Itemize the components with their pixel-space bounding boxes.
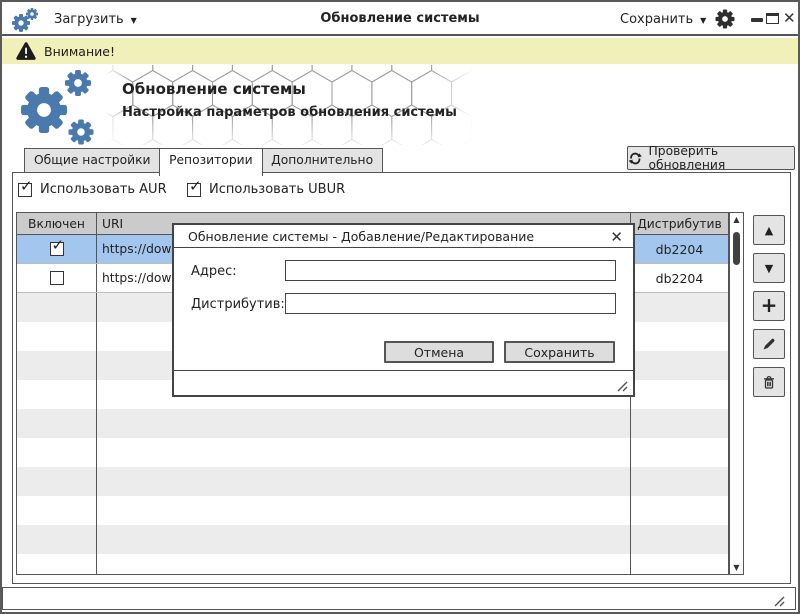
plus-icon: +: [761, 295, 778, 317]
page-title: Обновление системы: [122, 80, 306, 98]
row-distro-cell: db2204: [631, 235, 728, 263]
down-arrow-icon: ▼: [765, 262, 773, 275]
edit-dialog: Обновление системы - Добавление/Редактир…: [172, 223, 635, 397]
warning-triangle-icon: [14, 40, 38, 62]
dialog-footer-separator: [174, 370, 633, 371]
load-menu-button[interactable]: Загрузить ▼: [54, 2, 137, 36]
use-aur-label: Использовать AUR: [40, 182, 167, 197]
pencil-icon: [761, 336, 777, 352]
use-ubur-label: Использовать UBUR: [209, 182, 345, 197]
move-up-button[interactable]: ▲: [753, 215, 785, 245]
scroll-up-icon[interactable]: ▲: [730, 215, 743, 224]
distro-input[interactable]: [285, 293, 616, 314]
check-updates-label: Проверить обновления: [649, 144, 794, 172]
tab-bar: Общие настройки Репозитории Дополнительн…: [24, 148, 383, 176]
app-gears-logo: [14, 66, 116, 148]
check-icon: ✓: [189, 179, 202, 194]
up-arrow-icon: ▲: [765, 224, 773, 237]
row-enabled-checkbox[interactable]: ✓: [50, 242, 64, 256]
status-bar: [2, 587, 796, 610]
row-enabled-checkbox[interactable]: [50, 271, 64, 285]
table-empty-row: [17, 496, 728, 525]
tab-additional[interactable]: Дополнительно: [261, 148, 383, 173]
column-header-distro: Дистрибутив: [631, 213, 728, 234]
table-empty-row: [17, 438, 728, 467]
page-subtitle: Настройка параметров обновления системы: [122, 105, 457, 120]
dialog-title-separator: [174, 247, 633, 248]
warning-bar: Внимание!: [2, 38, 798, 64]
app-window: Загрузить ▼ Обновление системы Сохранить…: [0, 0, 800, 614]
check-icon: ✓: [52, 238, 65, 253]
check-updates-button[interactable]: Проверить обновления: [627, 146, 795, 170]
use-aur-option[interactable]: ✓ Использовать AUR: [18, 182, 167, 197]
app-gears-icon: [10, 5, 40, 35]
settings-gear-button[interactable]: [714, 8, 736, 30]
check-icon: ✓: [20, 179, 33, 194]
add-button[interactable]: +: [753, 291, 785, 321]
use-ubur-checkbox[interactable]: ✓: [187, 183, 201, 197]
caret-down-icon: ▼: [131, 14, 137, 25]
dialog-save-button[interactable]: Сохранить: [504, 341, 615, 363]
address-input[interactable]: [285, 260, 616, 281]
column-header-enabled: Включен: [17, 213, 97, 234]
load-menu-label: Загрузить: [54, 12, 124, 27]
dialog-title: Обновление системы - Добавление/Редактир…: [188, 229, 534, 244]
refresh-icon: [628, 151, 643, 166]
save-menu-button[interactable]: Сохранить ▼: [620, 2, 706, 36]
table-empty-row: [17, 467, 728, 496]
scrollbar-thumb[interactable]: [733, 232, 740, 265]
caret-down-icon: ▼: [700, 14, 706, 25]
table-empty-row: [17, 525, 728, 554]
cancel-button[interactable]: Отмена: [384, 341, 494, 363]
row-distro-cell: db2204: [631, 264, 728, 292]
table-empty-row: [17, 409, 728, 438]
use-ubur-option[interactable]: ✓ Использовать UBUR: [187, 182, 345, 197]
save-menu-label: Сохранить: [620, 12, 693, 27]
delete-button[interactable]: [753, 367, 785, 397]
dialog-close-icon[interactable]: ✕: [610, 228, 623, 246]
warning-text: Внимание!: [44, 44, 115, 59]
maximize-button[interactable]: [766, 13, 779, 24]
table-empty-row: [17, 554, 728, 575]
distro-label: Дистрибутив:: [191, 297, 285, 312]
dialog-resize-grip[interactable]: [614, 378, 628, 392]
scroll-down-icon[interactable]: ▼: [730, 563, 743, 572]
tab-general[interactable]: Общие настройки: [24, 148, 161, 173]
edit-button[interactable]: [753, 329, 785, 359]
address-label: Адрес:: [191, 264, 237, 279]
window-resize-grip[interactable]: [771, 593, 785, 607]
banner: Обновление системы Настройка параметров …: [2, 64, 798, 148]
minimize-button[interactable]: [751, 18, 763, 22]
close-button[interactable]: ✕: [783, 9, 796, 27]
move-down-button[interactable]: ▼: [753, 253, 785, 283]
tab-repositories[interactable]: Репозитории: [159, 148, 263, 176]
titlebar: Загрузить ▼ Обновление системы Сохранить…: [2, 2, 798, 36]
use-aur-checkbox[interactable]: ✓: [18, 183, 32, 197]
table-scrollbar[interactable]: ▲ ▼: [729, 212, 744, 575]
trash-icon: [761, 374, 777, 390]
